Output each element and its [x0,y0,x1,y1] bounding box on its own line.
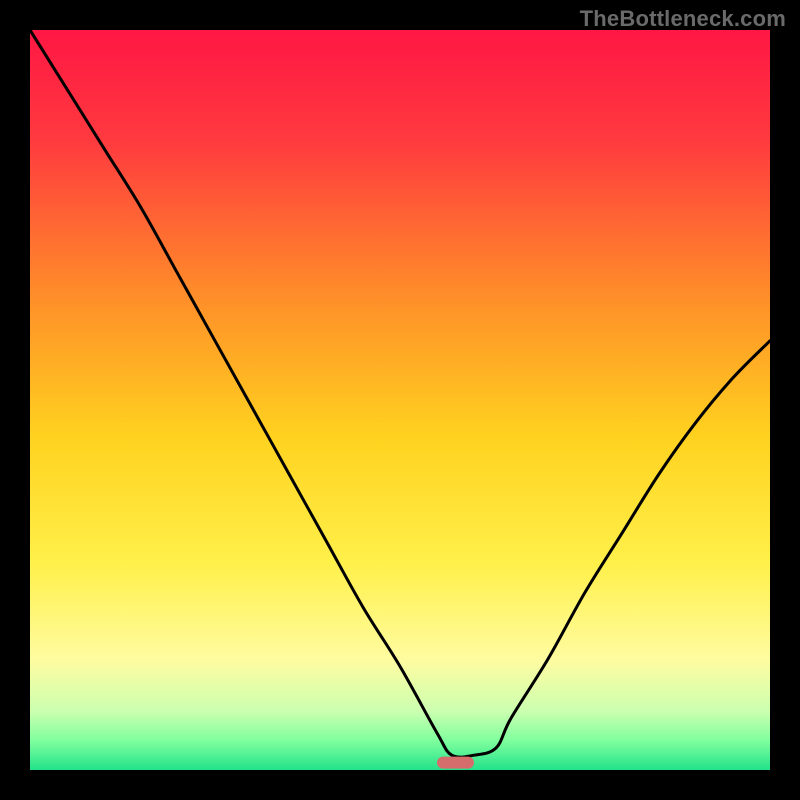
bottleneck-chart [30,30,770,770]
watermark-text: TheBottleneck.com [580,6,786,32]
optimum-marker [437,757,474,769]
gradient-background [30,30,770,770]
chart-frame: TheBottleneck.com [0,0,800,800]
